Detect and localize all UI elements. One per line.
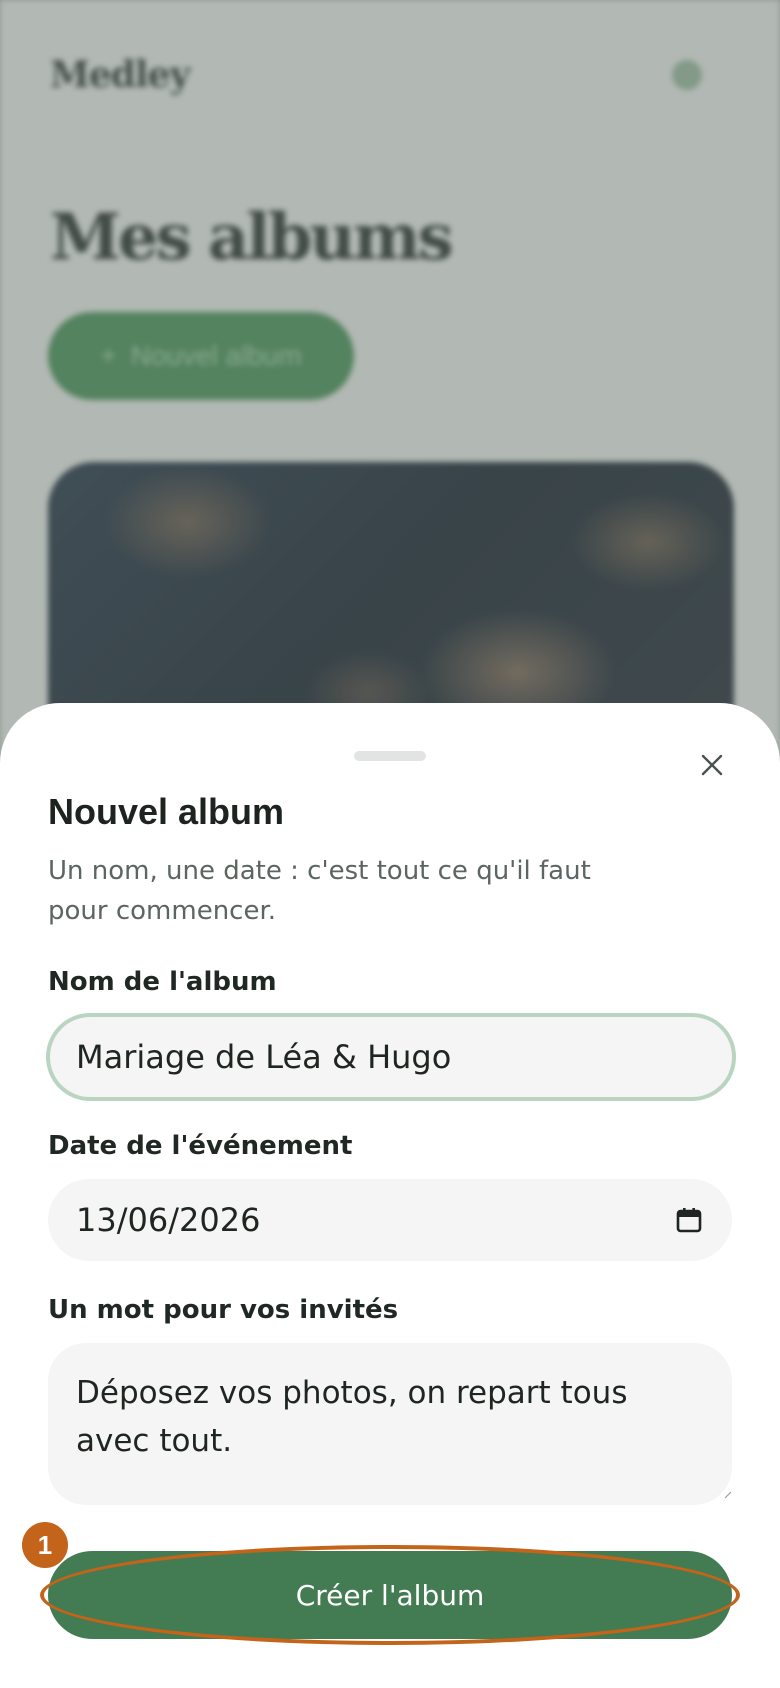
guest-message-value: Déposez vos photos, on repart tous avec …	[76, 1375, 628, 1459]
calendar-icon[interactable]	[674, 1205, 704, 1235]
event-date-input[interactable]: 13/06/2026	[48, 1179, 732, 1261]
event-date-label: Date de l'événement	[48, 1131, 353, 1161]
close-button[interactable]	[690, 743, 734, 787]
album-name-input[interactable]: Mariage de Léa & Hugo	[46, 1013, 736, 1101]
sheet-subtitle: Un nom, une date : c'est tout ce qu'il f…	[48, 856, 591, 926]
sheet-title: Nouvel album	[48, 791, 285, 832]
guest-message-textarea[interactable]: Déposez vos photos, on repart tous avec …	[48, 1343, 732, 1505]
new-album-sheet: Nouvel album Un nom, une date : c'est to…	[0, 703, 780, 1688]
annotation-step-badge: 1	[22, 1522, 68, 1568]
album-name-label: Nom de l'album	[48, 967, 277, 997]
step-number: 1	[37, 1529, 53, 1560]
create-album-label: Créer l'album	[295, 1578, 485, 1612]
resize-grip-icon[interactable]	[724, 1491, 732, 1499]
guest-message-label: Un mot pour vos invités	[48, 1295, 399, 1325]
close-icon	[701, 754, 723, 776]
sheet-drag-handle[interactable]	[354, 751, 426, 761]
album-name-value: Mariage de Léa & Hugo	[76, 1038, 452, 1076]
create-album-button[interactable]: Créer l'album	[48, 1551, 732, 1639]
event-date-value: 13/06/2026	[76, 1201, 261, 1239]
